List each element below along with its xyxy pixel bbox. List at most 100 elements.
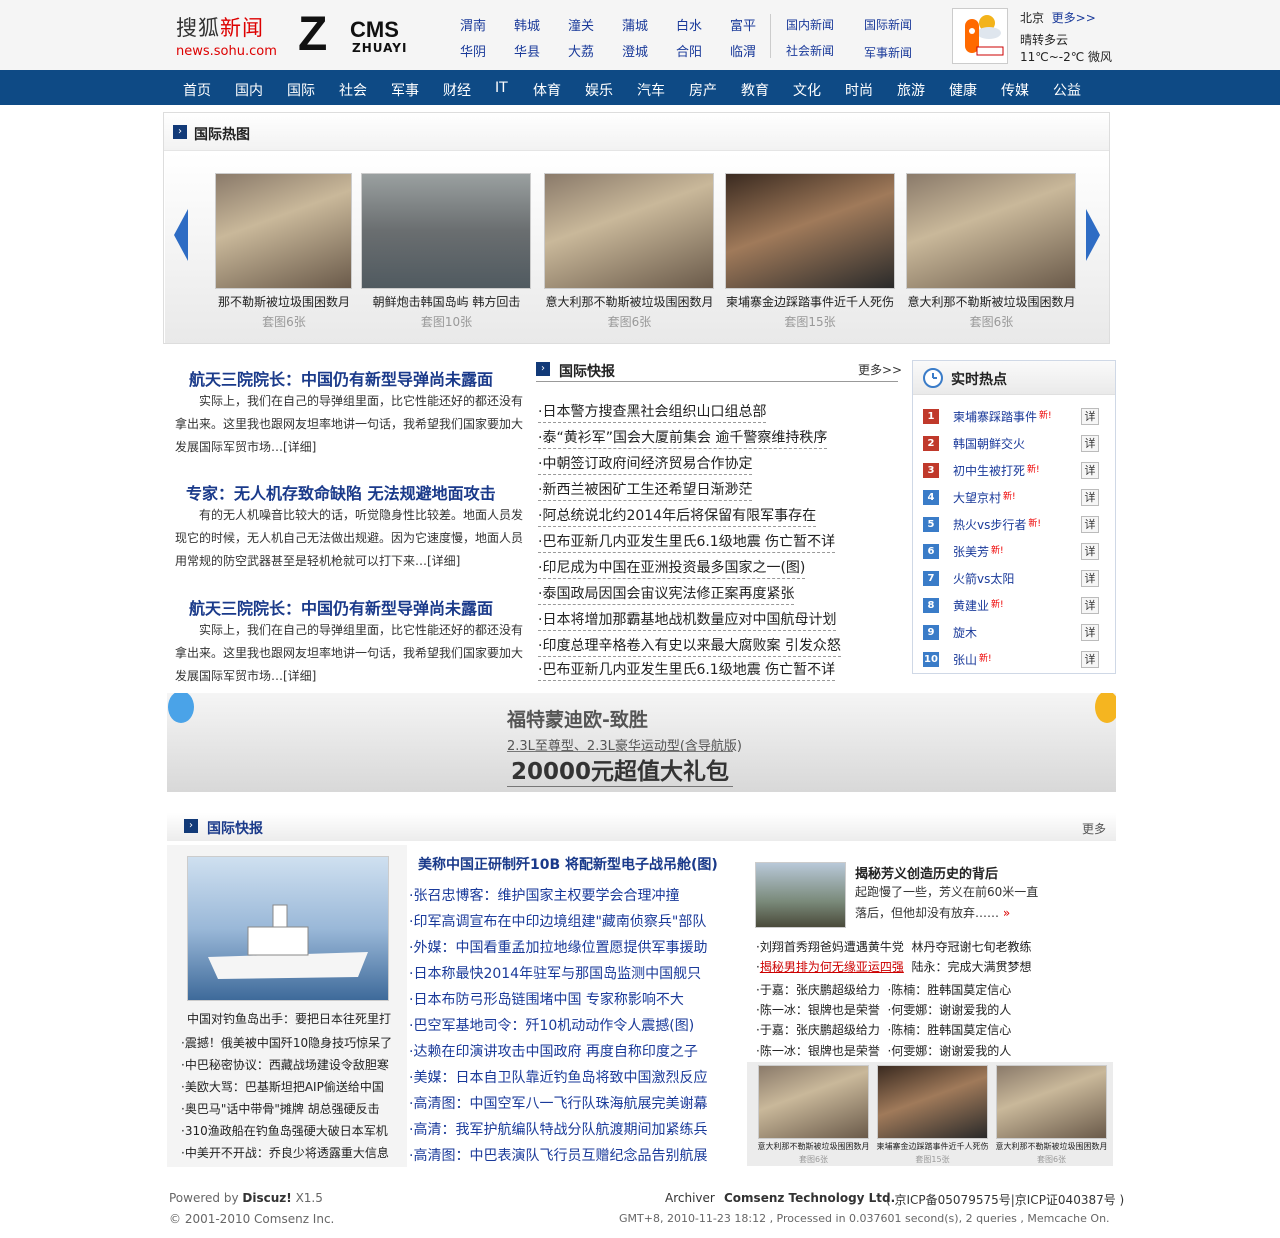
weather-more-link[interactable]: 更多>>: [1052, 11, 1096, 25]
nav-item[interactable]: 国际: [287, 80, 315, 100]
hot-topic-link[interactable]: 张山 新!: [953, 651, 992, 668]
right-list-link[interactable]: 林丹夺冠谢七旬老教练: [911, 940, 1031, 954]
main-headline[interactable]: 美称中国正研制歼10B 将配新型电子战吊舱(图): [418, 854, 718, 874]
nav-item[interactable]: 汽车: [637, 80, 665, 100]
nav-item[interactable]: 文化: [793, 80, 821, 100]
nav-item[interactable]: 教育: [741, 80, 769, 100]
feature-title[interactable]: 揭秘芳义创造历史的背后: [855, 863, 998, 882]
right-list-link[interactable]: 陈楠：胜韩国莫定信心: [891, 983, 1011, 997]
hot-pic-image[interactable]: [544, 173, 714, 289]
ad-banner[interactable]: 福特蒙迪欧-致胜 2.3L至尊型、2.3L豪华运动型(含导航版) 20000元超…: [167, 693, 1116, 792]
left-list-item[interactable]: ·中巴秘密协议：西藏战场建设令敌胆寒: [181, 1056, 389, 1073]
main-list-item[interactable]: ·巴空军基地司令：歼10机动动作令人震撼(图): [409, 1015, 694, 1035]
right-list-link[interactable]: 陈一冰：银牌也是荣誉: [760, 1044, 880, 1058]
news-link[interactable]: 国际新闻: [864, 16, 912, 33]
lead-title[interactable]: 航天三院院长：中国仍有新型导弹尚未露面: [189, 595, 493, 619]
hot-pic-caption[interactable]: 那不勒斯被垃圾围困数月: [209, 293, 359, 310]
hot-pic-image[interactable]: [361, 173, 531, 289]
right-list-link[interactable]: 于嘉：张庆鹏超级给力: [760, 1023, 880, 1037]
nav-item[interactable]: 首页: [183, 80, 211, 100]
express-item[interactable]: ·日本将增加那霸基地战机数量应对中国航母计划: [538, 609, 837, 631]
detail-button[interactable]: 详: [1081, 408, 1099, 425]
hot-topic-row[interactable]: 4 大望京村 新! 详: [923, 488, 1103, 508]
express-item[interactable]: ·泰“黄衫军”国会大厦前集会 逾千警察维持秩序: [538, 427, 828, 449]
right-list-link[interactable]: 陈楠：胜韩国莫定信心: [891, 1023, 1011, 1037]
city-link[interactable]: 富平: [730, 15, 770, 34]
express-item[interactable]: ·日本警方搜查黑社会组织山口组总部: [538, 401, 767, 423]
detail-button[interactable]: 详: [1081, 651, 1099, 668]
hot-topic-row[interactable]: 1 柬埔寨踩踏事件 新! 详: [923, 407, 1103, 427]
nav-item[interactable]: 军事: [391, 80, 419, 100]
detail-button[interactable]: 详: [1081, 435, 1099, 452]
news-link[interactable]: 国内新闻: [786, 16, 834, 33]
main-list-item[interactable]: ·美媒：日本自卫队靠近钓鱼岛将致中国激烈反应: [409, 1067, 707, 1087]
left-list-item[interactable]: ·310渔政船在钓鱼岛强硬大破日本军机: [181, 1122, 388, 1139]
hot-pic-image[interactable]: [725, 173, 895, 289]
main-list-item[interactable]: ·日本布防弓形岛链围堵中国 专家称影响不大: [409, 989, 684, 1009]
carousel-next-arrow-icon[interactable]: [1086, 209, 1100, 261]
hot-topic-row[interactable]: 8 黄建业 新! 详: [923, 596, 1103, 616]
express-item[interactable]: ·巴布亚新几内亚发生里氏6.1级地震 伤亡暂不详: [538, 531, 836, 553]
thumb-caption[interactable]: 柬埔寨金边踩踏事件近千人死伤: [871, 1141, 994, 1152]
hot-topic-row[interactable]: 2 韩国朝鲜交火 详: [923, 434, 1103, 454]
hot-topic-link[interactable]: 黄建业 新!: [953, 597, 1004, 614]
right-list-link[interactable]: 揭秘男排为何无缘亚运四强: [760, 960, 904, 974]
archiver-link[interactable]: Archiver: [665, 1191, 715, 1205]
detail-button[interactable]: 详: [1081, 597, 1099, 614]
right-list-link[interactable]: 陈一冰：银牌也是荣誉: [760, 1003, 880, 1017]
express-item[interactable]: ·印度总理辛格卷入有史以来最大腐败案 引发众怒: [538, 635, 841, 657]
nav-item[interactable]: 健康: [949, 80, 977, 100]
detail-button[interactable]: 详: [1081, 516, 1099, 533]
city-link[interactable]: 大荔: [568, 41, 608, 60]
nav-item[interactable]: IT: [495, 80, 508, 96]
hot-pic-caption[interactable]: 意大利那不勒斯被垃圾围困数月: [904, 293, 1079, 310]
main-list-item[interactable]: ·张召忠博客：维护国家主权要学会合理冲撞: [409, 885, 679, 905]
city-link[interactable]: 渭南: [460, 15, 500, 34]
city-link[interactable]: 华县: [514, 41, 554, 60]
lead-title[interactable]: 专家：无人机存致命缺陷 无法规避地面攻击: [186, 480, 496, 504]
city-link[interactable]: 澄城: [622, 41, 662, 60]
hot-topic-link[interactable]: 大望京村 新!: [953, 489, 1016, 506]
hot-topic-row[interactable]: 6 张美芳 新! 详: [923, 542, 1103, 562]
city-link[interactable]: 潼关: [568, 15, 608, 34]
discuz-link[interactable]: Discuz!: [242, 1191, 291, 1205]
hot-topic-row[interactable]: 7 火箭vs太阳 详: [923, 569, 1103, 589]
news-link[interactable]: 社会新闻: [786, 42, 834, 59]
main-list-item[interactable]: ·高清：我军护航编队特战分队航渡期间加紧练兵: [409, 1119, 707, 1139]
main-list-item[interactable]: ·印军高调宣布在中印边境组建"藏南侦察兵"部队: [409, 911, 706, 931]
thumb-image[interactable]: [877, 1065, 988, 1139]
city-link[interactable]: 白水: [676, 15, 716, 34]
city-link[interactable]: 蒲城: [622, 15, 662, 34]
right-list-link[interactable]: 何雯娜：谢谢爱我的人: [891, 1044, 1011, 1058]
hot-topic-row[interactable]: 3 初中生被打死 新! 详: [923, 461, 1103, 481]
nav-item[interactable]: 旅游: [897, 80, 925, 100]
hot-pic-caption[interactable]: 朝鲜炮击韩国岛屿 韩方回击: [364, 293, 529, 310]
zcms-logo[interactable]: Z CMS ZHUAYI: [298, 11, 418, 61]
hot-pic-image[interactable]: [906, 173, 1076, 289]
express-item[interactable]: ·中朝签订政府间经济贸易合作协定: [538, 453, 753, 475]
thumb-image[interactable]: [758, 1065, 869, 1139]
ship-photo[interactable]: [187, 856, 389, 1001]
hot-topic-link[interactable]: 火箭vs太阳: [953, 570, 1014, 587]
main-list-item[interactable]: ·达赖在印演讲攻击中国政府 再度自称印度之子: [409, 1041, 698, 1061]
photo-caption[interactable]: 中国对钓鱼岛出手：要把日本往死里打: [187, 1010, 391, 1027]
lead-title[interactable]: 航天三院院长：中国仍有新型导弹尚未露面: [189, 366, 493, 390]
company-link[interactable]: Comsenz Technology Ltd.: [724, 1191, 895, 1205]
detail-button[interactable]: 详: [1081, 543, 1099, 560]
express-item[interactable]: ·巴布亚新几内亚发生里氏6.1级地震 伤亡暂不详: [538, 659, 836, 681]
news-link[interactable]: 军事新闻: [864, 44, 912, 61]
city-link[interactable]: 华阴: [460, 41, 500, 60]
city-link[interactable]: 临渭: [730, 41, 770, 60]
carousel-prev-arrow-icon[interactable]: [174, 209, 188, 261]
main-list-item[interactable]: ·日本称最快2014年驻军与那国岛监测中国舰只: [409, 963, 701, 983]
left-list-item[interactable]: ·奥巴马"话中带骨"摊牌 胡总强硬反击: [181, 1100, 380, 1117]
left-list-item[interactable]: ·美欧大骂：巴基斯坦把AIP偷送给中国: [181, 1078, 384, 1095]
nav-item[interactable]: 体育: [533, 80, 561, 100]
hot-topic-row[interactable]: 10 张山 新! 详: [923, 650, 1103, 670]
right-list-link[interactable]: 陆永：完成大满贯梦想: [911, 960, 1031, 974]
hot-topic-link[interactable]: 热火vs步行者 新!: [953, 516, 1041, 533]
right-list-link[interactable]: 刘翔首秀翔爸妈遭遇黄牛党: [760, 940, 904, 954]
hot-topic-link[interactable]: 旋木: [953, 624, 977, 641]
nav-item[interactable]: 财经: [443, 80, 471, 100]
city-link[interactable]: 合阳: [676, 41, 716, 60]
